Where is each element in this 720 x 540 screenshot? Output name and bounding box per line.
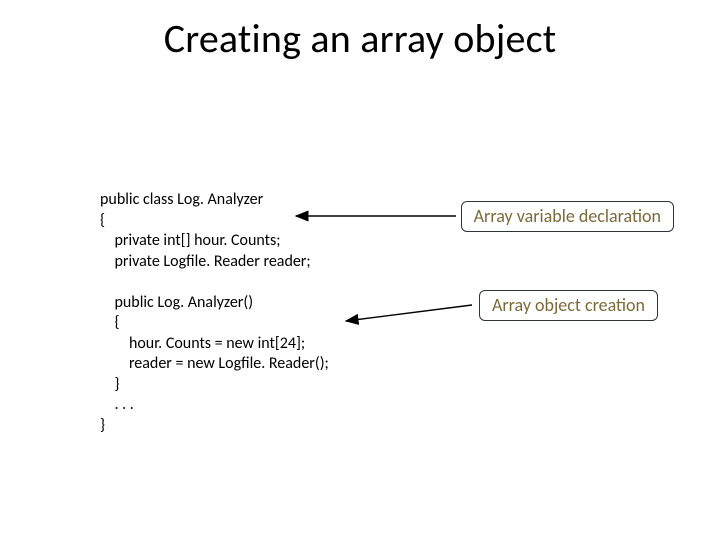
slide: Creating an array object public class Lo…	[0, 0, 720, 540]
slide-title: Creating an array object	[0, 14, 720, 63]
code-line: {	[100, 211, 105, 230]
code-line: reader = new Logfile. Reader();	[100, 354, 329, 373]
code-line: private int[] hour. Counts;	[100, 231, 281, 250]
callout-declaration: Array variable declaration	[461, 201, 674, 232]
code-line: }	[100, 375, 120, 394]
code-line: public class Log. Analyzer	[100, 190, 263, 209]
callout-label: Array object creation	[492, 294, 645, 316]
code-line: {	[100, 313, 120, 332]
callout-creation: Array object creation	[479, 290, 658, 321]
code-line: private Logfile. Reader reader;	[100, 252, 311, 271]
code-line: . . .	[100, 395, 134, 414]
code-line: public Log. Analyzer()	[100, 293, 253, 312]
code-block: public class Log. Analyzer { private int…	[100, 170, 329, 436]
code-line: }	[100, 416, 105, 435]
callout-label: Array variable declaration	[474, 205, 661, 227]
code-line: hour. Counts = new int[24];	[100, 334, 305, 353]
